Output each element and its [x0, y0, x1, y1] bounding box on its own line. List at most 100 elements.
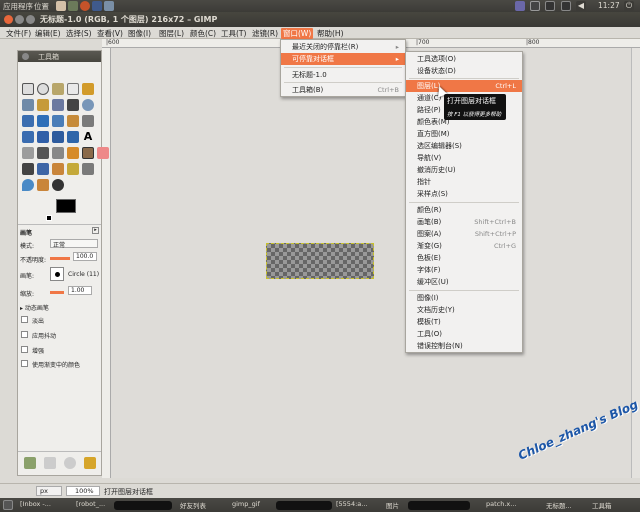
- opacity-slider[interactable]: [50, 257, 70, 260]
- flip-icon[interactable]: [67, 131, 79, 143]
- move-icon[interactable]: [37, 115, 49, 127]
- jitter-checkbox[interactable]: [21, 331, 28, 338]
- cage-icon[interactable]: [22, 147, 34, 159]
- align-icon[interactable]: [52, 115, 64, 127]
- dockable-dialogs-item[interactable]: 可停靠对话框 ▸: [281, 53, 405, 65]
- show-desktop-icon[interactable]: [3, 500, 13, 510]
- foreground-select-icon[interactable]: [37, 99, 49, 111]
- scale-spinbox[interactable]: 1.00: [68, 286, 92, 295]
- fuzzy-select-icon[interactable]: [67, 83, 79, 95]
- maximize-icon[interactable]: [26, 15, 35, 24]
- applications-menu[interactable]: 应用程序: [3, 1, 33, 12]
- rect-select-icon[interactable]: [22, 83, 34, 95]
- blend-icon[interactable]: [52, 147, 64, 159]
- launcher-icon[interactable]: [104, 1, 114, 11]
- menu-edit[interactable]: 编辑(E): [33, 28, 63, 39]
- delete-options-icon[interactable]: [64, 457, 76, 469]
- brush-preview[interactable]: [50, 267, 64, 281]
- buffers-item[interactable]: 缓冲区(U): [406, 276, 522, 288]
- restore-options-icon[interactable]: [44, 457, 56, 469]
- document-history-item[interactable]: 文档历史(Y): [406, 304, 522, 316]
- zoom-combo[interactable]: 100%: [66, 486, 100, 496]
- fonts-item[interactable]: 字体(F): [406, 264, 522, 276]
- pointer-item[interactable]: 指针: [406, 176, 522, 188]
- taskbar-item[interactable]: [Inbox -...: [20, 500, 51, 510]
- menu-image[interactable]: 图像(I): [126, 28, 153, 39]
- incremental-checkbox[interactable]: [21, 346, 28, 353]
- taskbar-item[interactable]: [5554:a...: [336, 500, 367, 510]
- zoom-icon[interactable]: [82, 99, 94, 111]
- fade-checkbox[interactable]: [21, 316, 28, 323]
- keyboard-icon[interactable]: [530, 1, 540, 11]
- tools-item[interactable]: 工具(O): [406, 328, 522, 340]
- histogram-item[interactable]: 直方图(M): [406, 128, 522, 140]
- save-options-icon[interactable]: [24, 457, 36, 469]
- taskbar-item[interactable]: 工具箱: [592, 500, 612, 510]
- colors-item[interactable]: 颜色(R): [406, 204, 522, 216]
- gradient-color-checkbox[interactable]: [21, 360, 28, 367]
- mail-icon[interactable]: [545, 1, 555, 11]
- scale-icon[interactable]: [22, 131, 34, 143]
- clock[interactable]: 11:27: [598, 1, 620, 10]
- taskbar-item[interactable]: [robot_...: [76, 500, 105, 510]
- tool-options-item[interactable]: 工具选项(O): [406, 53, 522, 65]
- smudge-icon[interactable]: [37, 179, 49, 191]
- navigation-item[interactable]: 导航(V): [406, 152, 522, 164]
- menu-tools[interactable]: 工具(T): [219, 28, 248, 39]
- crop-icon[interactable]: [67, 115, 79, 127]
- gradients-item[interactable]: 渐变(G) Ctrl+G: [406, 240, 522, 252]
- menu-select[interactable]: 选择(S): [64, 28, 94, 39]
- unit-select[interactable]: px: [36, 486, 62, 496]
- recent-docks-item[interactable]: 最近关闭的停靠栏(R) ▸: [281, 41, 405, 53]
- device-status-item[interactable]: 设备状态(D): [406, 65, 522, 77]
- image-window-item[interactable]: 无标题-1.0: [281, 69, 405, 81]
- places-menu[interactable]: 位置: [34, 1, 49, 12]
- dodge-burn-icon[interactable]: [52, 179, 64, 191]
- clone-icon[interactable]: [52, 163, 64, 175]
- toolbox-item[interactable]: 工具箱(B) Ctrl+B: [281, 84, 405, 96]
- error-console-item[interactable]: 错误控制台(N): [406, 340, 522, 352]
- launcher-icon[interactable]: [92, 1, 102, 11]
- free-select-icon[interactable]: [52, 83, 64, 95]
- airbrush-icon[interactable]: [22, 163, 34, 175]
- taskbar-item[interactable]: 图片: [386, 500, 399, 510]
- rotate-icon[interactable]: [82, 115, 94, 127]
- opacity-spinbox[interactable]: 100.0: [73, 252, 97, 261]
- palettes-item[interactable]: 色板(E): [406, 252, 522, 264]
- taskbar-item[interactable]: gimp_gif: [232, 500, 260, 510]
- images-item[interactable]: 图像(I): [406, 292, 522, 304]
- mode-select[interactable]: 正常: [50, 239, 98, 249]
- eraser-icon[interactable]: [97, 147, 109, 159]
- power-icon[interactable]: ⏻: [624, 1, 634, 11]
- paths-icon[interactable]: [52, 99, 64, 111]
- undo-history-item[interactable]: 撤消历史(U): [406, 164, 522, 176]
- foreground-color-swatch[interactable]: [56, 199, 76, 213]
- layers-item[interactable]: 图层(L) Ctrl+L: [406, 80, 522, 92]
- patterns-item[interactable]: 图案(A) Shift+Ctrl+P: [406, 228, 522, 240]
- bucket-fill-icon[interactable]: [37, 147, 49, 159]
- firefox-icon[interactable]: [80, 1, 90, 11]
- brushes-item[interactable]: 画笔(B) Shift+Ctrl+B: [406, 216, 522, 228]
- select-by-color-icon[interactable]: [82, 83, 94, 95]
- templates-item[interactable]: 模板(T): [406, 316, 522, 328]
- indicator-icon[interactable]: [515, 1, 525, 11]
- ellipse-select-icon[interactable]: [37, 83, 49, 95]
- menu-filters[interactable]: 滤镜(R): [250, 28, 280, 39]
- text-tool-icon[interactable]: A: [82, 131, 94, 143]
- transparent-image-canvas[interactable]: [266, 243, 374, 279]
- menu-layer[interactable]: 图层(L): [157, 28, 186, 39]
- menu-help[interactable]: 帮助(H): [315, 28, 346, 39]
- minimize-icon[interactable]: [15, 15, 24, 24]
- perspective-icon[interactable]: [52, 131, 64, 143]
- taskbar-item[interactable]: 好友列表: [180, 500, 206, 510]
- taskbar-item[interactable]: 无标题...: [546, 500, 572, 510]
- perspective-clone-icon[interactable]: [82, 163, 94, 175]
- blur-icon[interactable]: [22, 179, 34, 191]
- options-menu-icon[interactable]: ▸: [92, 227, 99, 234]
- default-colors-icon[interactable]: [46, 215, 52, 221]
- reset-options-icon[interactable]: [84, 457, 96, 469]
- menu-file[interactable]: 文件(F): [4, 28, 33, 39]
- close-icon[interactable]: [22, 53, 29, 60]
- toolbox-titlebar[interactable]: 工具箱: [18, 51, 101, 62]
- menu-view[interactable]: 查看(V): [95, 28, 125, 39]
